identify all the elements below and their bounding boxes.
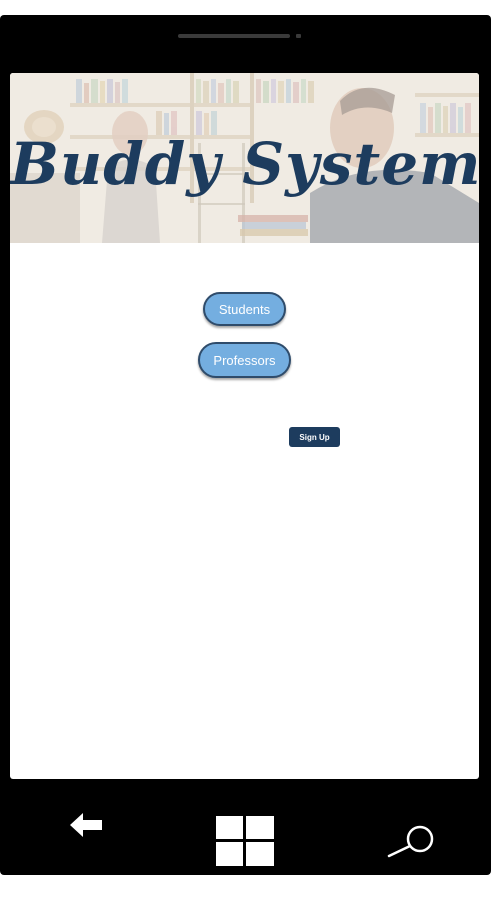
sign-up-button[interactable]: Sign Up [289, 427, 340, 447]
back-arrow-icon[interactable] [70, 812, 104, 838]
app-title: Buddy System [10, 130, 479, 198]
windows-start-icon[interactable] [216, 816, 274, 866]
app-screen: Buddy System Students Professors Sign Up [10, 73, 479, 779]
phone-frame: Buddy System Students Professors Sign Up [0, 15, 491, 875]
speaker-grille [178, 34, 290, 38]
professors-button[interactable]: Professors [198, 342, 291, 378]
search-icon[interactable] [386, 825, 438, 861]
speaker-dot [296, 34, 301, 38]
header-banner: Buddy System [10, 73, 479, 243]
students-button[interactable]: Students [203, 292, 286, 326]
